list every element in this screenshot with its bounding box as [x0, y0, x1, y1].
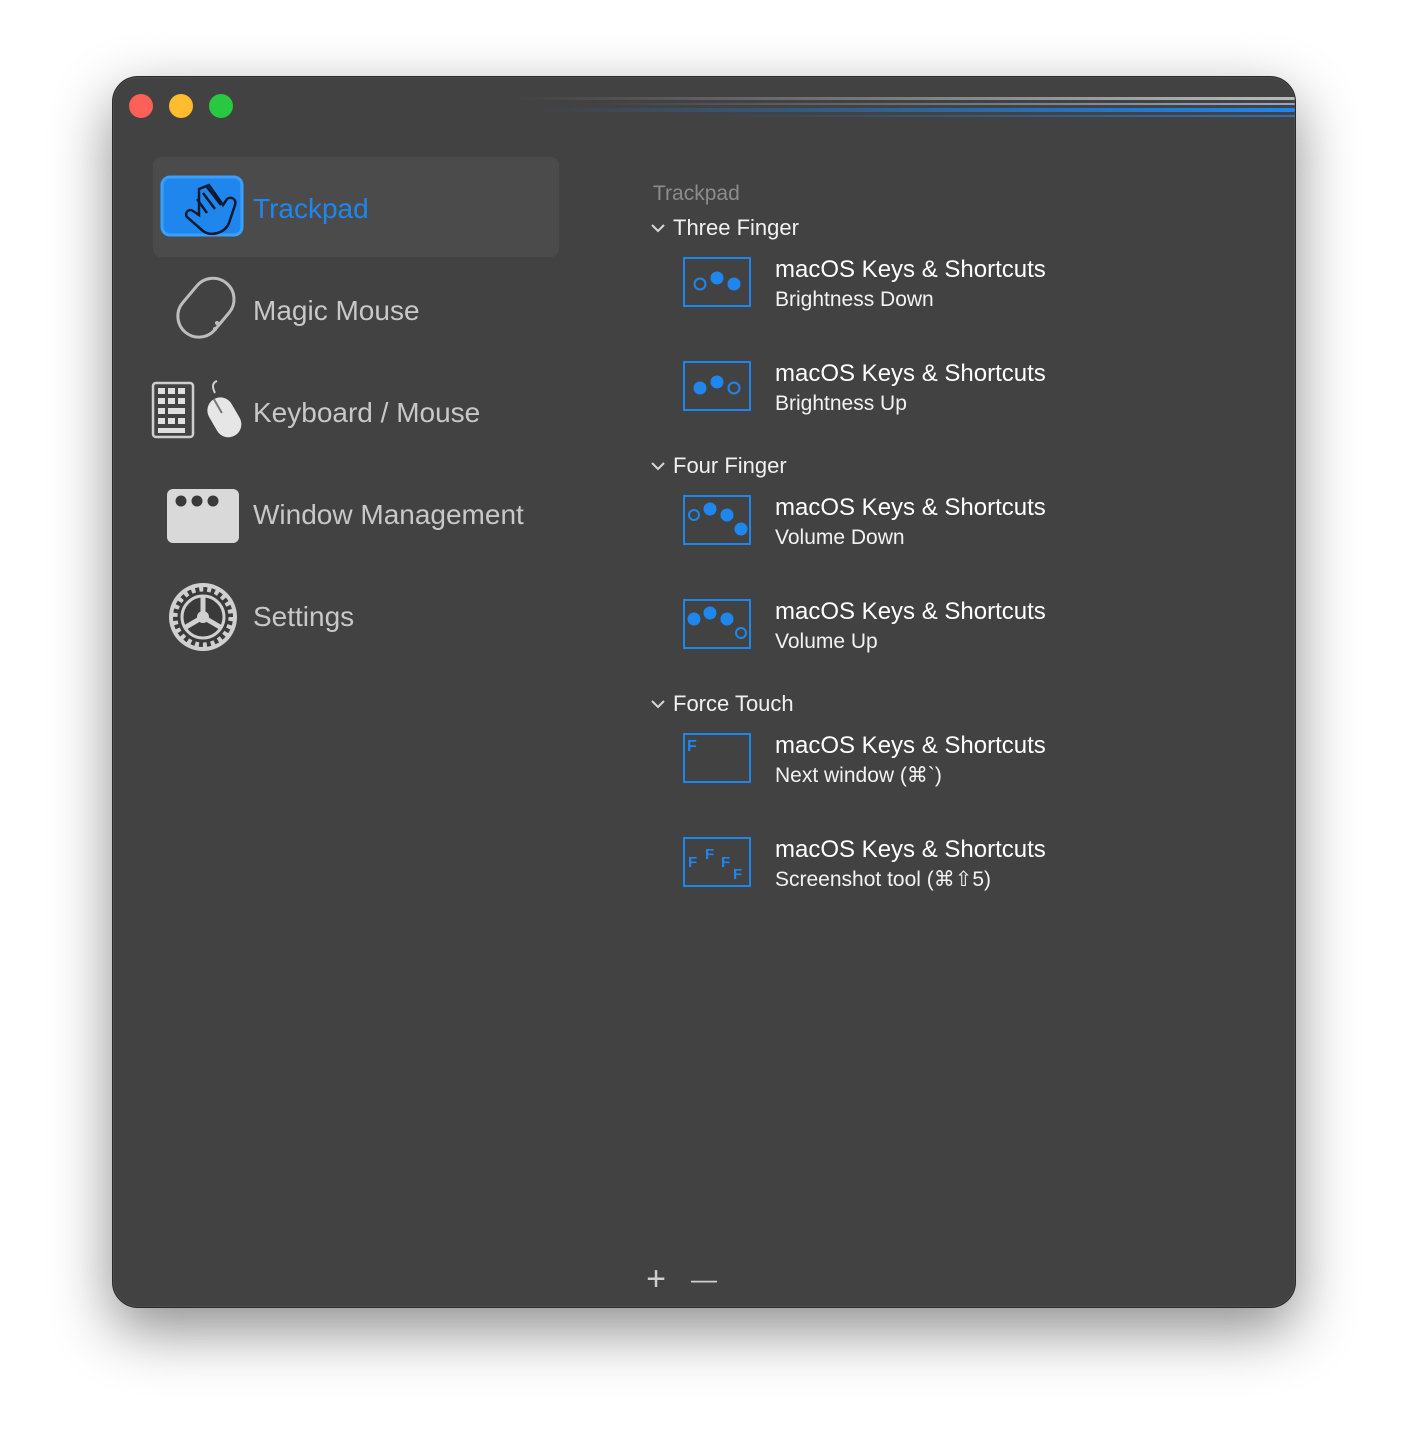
sidebar-item-label: Settings	[253, 601, 355, 632]
group-header-label: Force Touch	[673, 691, 794, 716]
window-icon	[159, 477, 249, 551]
group-force-touch[interactable]: Force Touch	[643, 687, 1243, 721]
svg-text:F: F	[688, 854, 697, 871]
chevron-down-icon	[651, 462, 665, 471]
svg-text:F: F	[733, 866, 742, 883]
gesture-row[interactable]: macOS Keys & Shortcuts Brightness Down	[643, 245, 1243, 349]
four-finger-right-open-icon	[683, 599, 751, 649]
keyboard-mouse-icon	[151, 375, 242, 449]
panel-title: Trackpad	[653, 182, 740, 205]
svg-text:F: F	[687, 738, 697, 755]
sidebar-item-window-management[interactable]: Window Management	[153, 463, 559, 563]
bottom-toolbar: + —	[641, 1262, 731, 1296]
app-window: Trackpad Magic Mouse Keyboard / Mouse Wi…	[112, 76, 1296, 1308]
add-gesture-button[interactable]: +	[641, 1262, 671, 1296]
gear-icon	[159, 579, 249, 653]
maximize-window-button[interactable]	[209, 94, 233, 118]
gesture-list: Trackpad Three Finger macOS Keys & Short…	[643, 177, 1243, 929]
gesture-title: macOS Keys & Shortcuts	[775, 836, 1046, 863]
chevron-down-icon	[651, 224, 665, 233]
group-header-label: Three Finger	[673, 215, 799, 240]
sidebar-item-label: Keyboard / Mouse	[253, 397, 481, 428]
gesture-action: Next window (⌘`)	[775, 764, 942, 787]
gesture-action: Brightness Up	[775, 392, 907, 415]
trackpad-hand-icon	[159, 171, 249, 245]
svg-text:F: F	[705, 846, 714, 863]
sidebar-item-magic-mouse[interactable]: Magic Mouse	[153, 259, 559, 359]
group-header-label: Four Finger	[673, 453, 787, 478]
gesture-row[interactable]: F F F F macOS Keys & Shortcuts Screensho…	[643, 825, 1243, 929]
minimize-window-button[interactable]	[169, 94, 193, 118]
remove-gesture-button[interactable]: —	[689, 1265, 719, 1295]
sidebar-item-trackpad[interactable]: Trackpad	[153, 157, 559, 257]
group-four-finger[interactable]: Four Finger	[643, 449, 1243, 483]
gesture-title: macOS Keys & Shortcuts	[775, 732, 1046, 759]
group-three-finger[interactable]: Three Finger	[643, 211, 1243, 245]
force-touch-single-icon: F	[683, 733, 751, 783]
sidebar: Trackpad Magic Mouse Keyboard / Mouse Wi…	[151, 157, 559, 667]
gesture-row[interactable]: macOS Keys & Shortcuts Volume Up	[643, 587, 1243, 691]
chevron-down-icon	[651, 700, 665, 709]
gesture-action: Volume Down	[775, 526, 905, 549]
sidebar-item-label: Magic Mouse	[253, 295, 420, 326]
gesture-row[interactable]: macOS Keys & Shortcuts Brightness Up	[643, 349, 1243, 453]
gesture-title: macOS Keys & Shortcuts	[775, 494, 1046, 521]
sidebar-item-settings[interactable]: Settings	[153, 565, 559, 665]
sidebar-item-keyboard-mouse[interactable]: Keyboard / Mouse	[151, 361, 559, 461]
three-finger-left-open-icon	[683, 257, 751, 307]
close-window-button[interactable]	[129, 94, 153, 118]
titlebar-decoration	[503, 95, 1295, 123]
four-finger-left-open-icon	[683, 495, 751, 545]
three-finger-right-open-icon	[683, 361, 751, 411]
gesture-action: Volume Up	[775, 630, 878, 653]
gesture-action: Brightness Down	[775, 288, 934, 311]
force-touch-multi-icon: F F F F	[683, 837, 751, 887]
sidebar-item-label: Trackpad	[253, 193, 369, 224]
gesture-row[interactable]: F macOS Keys & Shortcuts Next window (⌘`…	[643, 721, 1243, 825]
gesture-title: macOS Keys & Shortcuts	[775, 256, 1046, 283]
gesture-title: macOS Keys & Shortcuts	[775, 360, 1046, 387]
sidebar-item-label: Window Management	[253, 499, 524, 530]
gesture-row[interactable]: macOS Keys & Shortcuts Volume Down	[643, 483, 1243, 587]
magic-mouse-icon	[159, 273, 249, 347]
gesture-title: macOS Keys & Shortcuts	[775, 598, 1046, 625]
svg-text:F: F	[721, 854, 730, 871]
gesture-action: Screenshot tool (⌘⇧5)	[775, 868, 992, 891]
